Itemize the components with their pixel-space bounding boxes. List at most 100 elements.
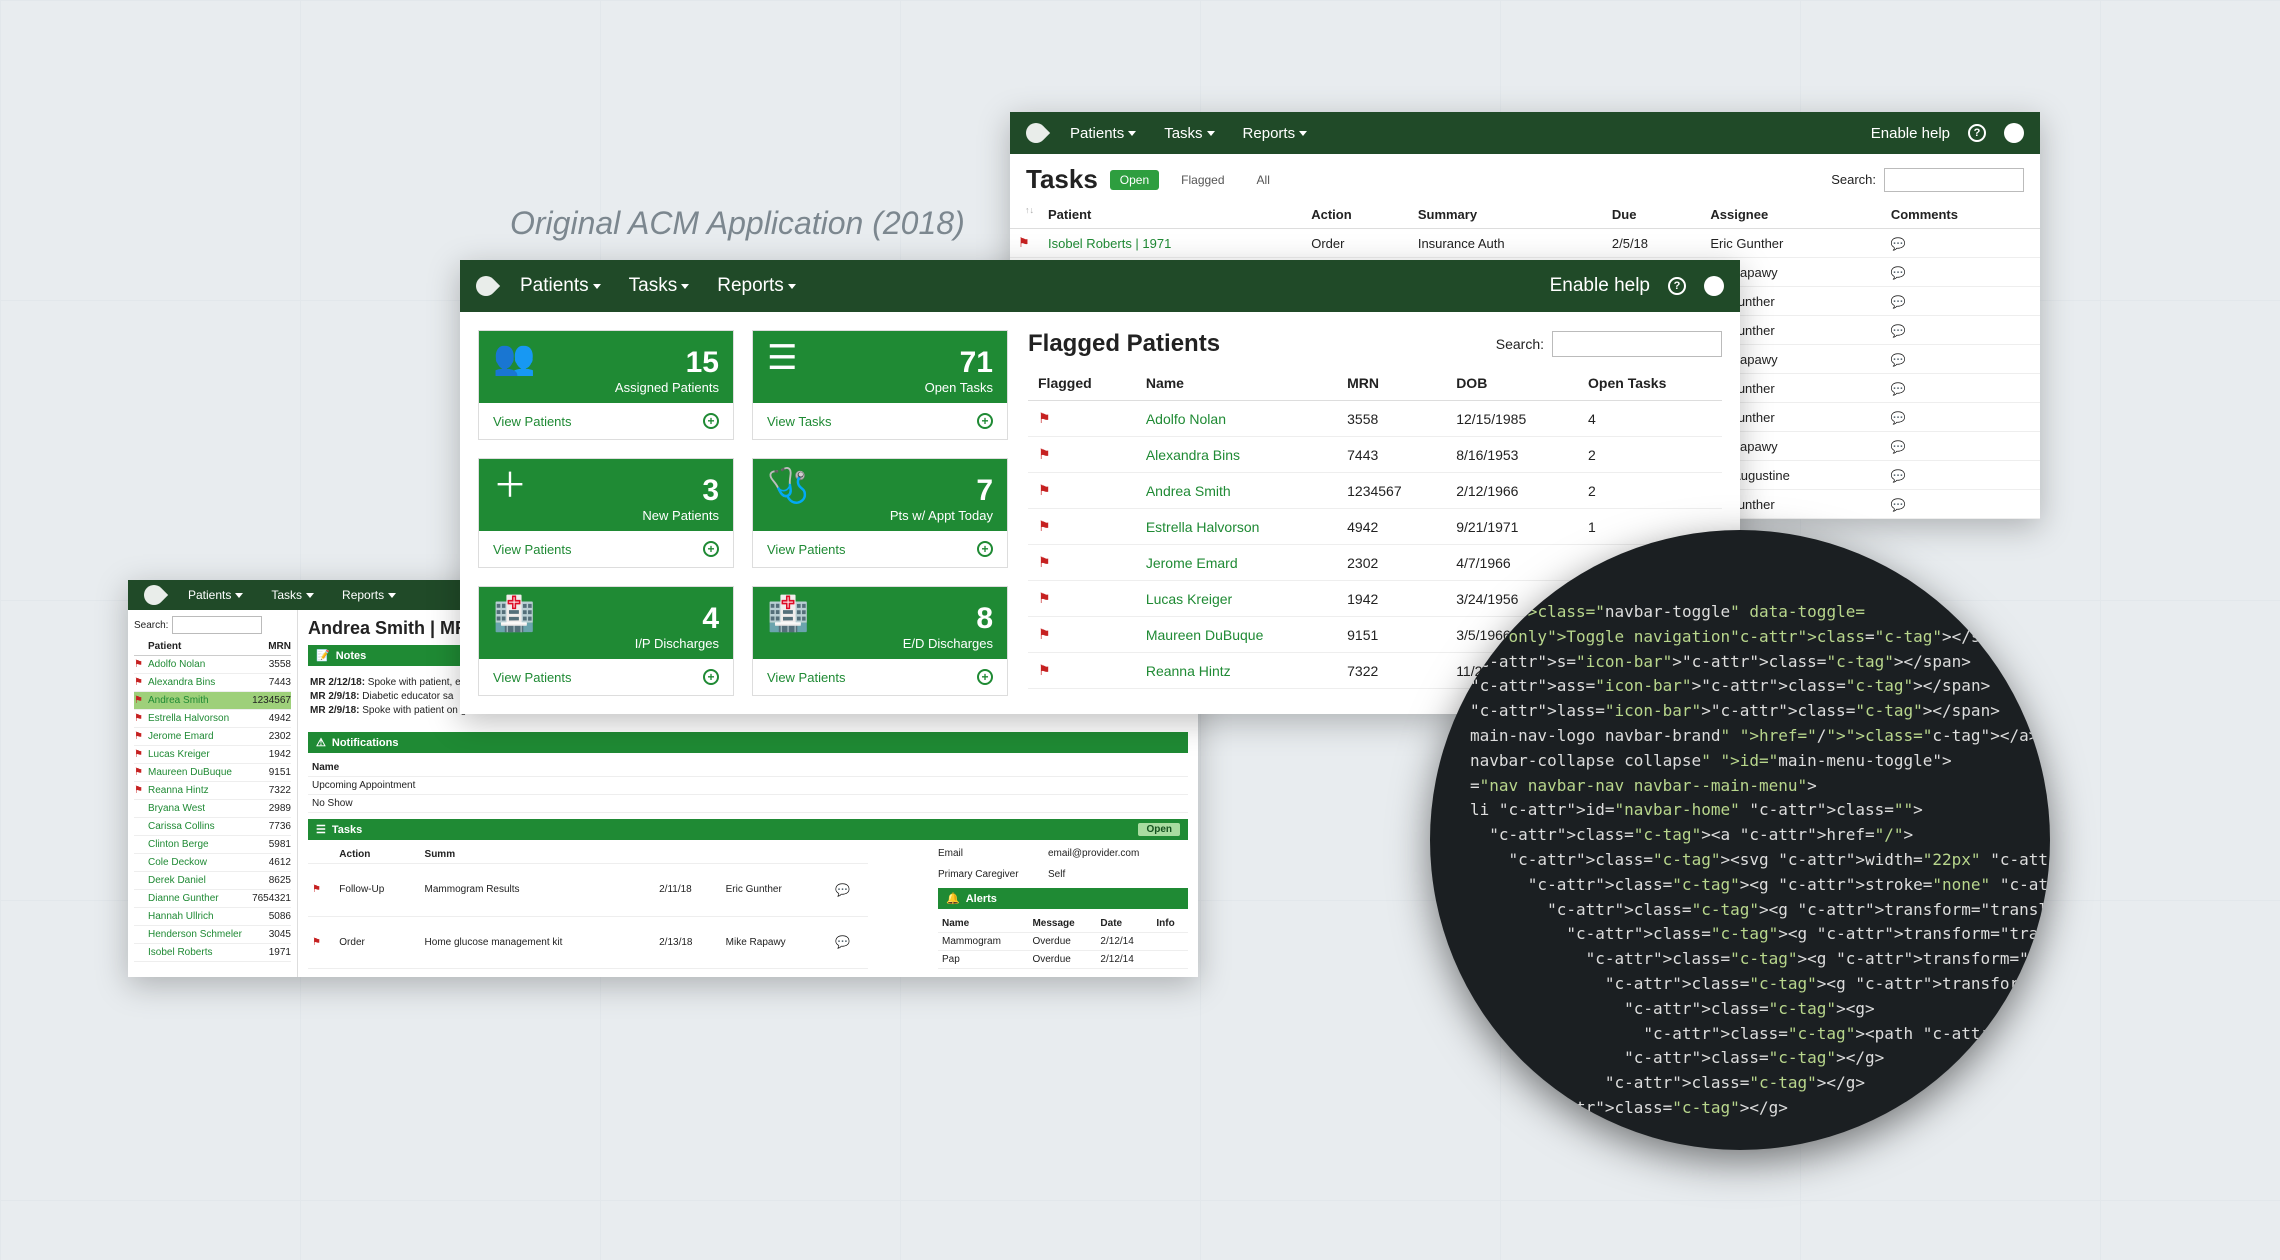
help-icon[interactable]: ? bbox=[1668, 277, 1686, 295]
patient-row[interactable]: Dianne Gunther7654321 bbox=[134, 890, 291, 908]
nav-reports[interactable]: Reports bbox=[717, 275, 796, 297]
comment-icon[interactable] bbox=[1891, 497, 1906, 512]
view-tasks-link[interactable]: View Tasks bbox=[767, 414, 832, 429]
comment-icon[interactable] bbox=[1891, 323, 1906, 338]
patient-link[interactable]: Reanna Hintz bbox=[1136, 653, 1337, 689]
view-patients-link[interactable]: View Patients bbox=[493, 414, 572, 429]
doctor-icon: 🩺 bbox=[767, 469, 809, 503]
plus-icon[interactable]: + bbox=[977, 413, 993, 429]
plus-icon[interactable]: + bbox=[977, 541, 993, 557]
patient-row[interactable]: Adolfo Nolan3558 bbox=[134, 656, 291, 674]
plus-icon[interactable]: + bbox=[703, 541, 719, 557]
search-input[interactable] bbox=[1552, 331, 1722, 357]
task-row[interactable]: Follow-UpMammogram Results2/11/18Eric Gu… bbox=[308, 864, 868, 917]
patient-link[interactable]: Alexandra Bins bbox=[1136, 437, 1337, 473]
patient-row[interactable]: Derek Daniel8625 bbox=[134, 872, 291, 890]
patient-row[interactable]: Carissa Collins7736 bbox=[134, 818, 291, 836]
col-mrn[interactable]: MRN bbox=[1337, 366, 1446, 401]
view-patients-link[interactable]: View Patients bbox=[767, 670, 846, 685]
view-patients-link[interactable]: View Patients bbox=[493, 670, 572, 685]
comment-icon[interactable] bbox=[835, 938, 850, 949]
plus-icon[interactable]: + bbox=[703, 669, 719, 685]
col-name[interactable]: Name bbox=[1136, 366, 1337, 401]
comment-icon[interactable] bbox=[1891, 381, 1906, 396]
comment-icon[interactable] bbox=[1891, 265, 1906, 280]
col-summary[interactable]: Summary bbox=[1410, 201, 1604, 229]
nav-patients[interactable]: Patients bbox=[1070, 125, 1136, 142]
nav-tasks[interactable]: Tasks bbox=[629, 275, 690, 297]
patient-row[interactable]: Isobel Roberts1971 bbox=[134, 944, 291, 962]
patient-link[interactable]: Jerome Emard bbox=[1136, 545, 1337, 581]
view-patients-link[interactable]: View Patients bbox=[493, 542, 572, 557]
col-patient[interactable]: Patient bbox=[148, 641, 247, 652]
task-row[interactable]: Isobel Roberts | 1971OrderInsurance Auth… bbox=[1010, 229, 2040, 258]
col-patient[interactable]: Patient bbox=[1040, 201, 1303, 229]
patient-row[interactable]: Lucas Kreiger1942 bbox=[134, 746, 291, 764]
col-dob[interactable]: DOB bbox=[1446, 366, 1578, 401]
help-icon[interactable]: ? bbox=[1968, 124, 1986, 142]
filter-all[interactable]: All bbox=[1247, 170, 1280, 190]
enable-help-link[interactable]: Enable help bbox=[1871, 125, 1950, 142]
caret-down-icon bbox=[788, 284, 796, 289]
patient-link[interactable]: Andrea Smith bbox=[1136, 473, 1337, 509]
flag-icon bbox=[1038, 554, 1051, 570]
patient-row[interactable]: Bryana West2989 bbox=[134, 800, 291, 818]
patient-row[interactable]: Jerome Emard2302 bbox=[134, 728, 291, 746]
search-input[interactable] bbox=[172, 616, 262, 634]
patient-row[interactable]: Clinton Berge5981 bbox=[134, 836, 291, 854]
user-icon[interactable] bbox=[1704, 276, 1724, 296]
patient-row[interactable]: Estrella Halvorson4942 bbox=[134, 710, 291, 728]
patient-link[interactable]: Estrella Halvorson bbox=[1136, 509, 1337, 545]
comment-icon[interactable] bbox=[1891, 410, 1906, 425]
patient-row[interactable]: Reanna Hintz7322 bbox=[134, 782, 291, 800]
nav-tasks[interactable]: Tasks bbox=[1164, 125, 1214, 142]
col-due[interactable]: Due bbox=[1604, 201, 1703, 229]
comment-icon[interactable] bbox=[1891, 294, 1906, 309]
flagged-row[interactable]: Andrea Smith12345672/12/19662 bbox=[1028, 473, 1722, 509]
comment-icon[interactable] bbox=[1891, 439, 1906, 454]
search-input[interactable] bbox=[1884, 168, 2024, 192]
tasks-open-pill[interactable]: Open bbox=[1138, 823, 1180, 836]
flag-icon bbox=[1038, 482, 1051, 498]
comment-icon[interactable] bbox=[1891, 352, 1906, 367]
patient-row[interactable]: Henderson Schmeler3045 bbox=[134, 926, 291, 944]
view-patients-link[interactable]: View Patients bbox=[767, 542, 846, 557]
notification-row: No Show bbox=[308, 795, 1188, 813]
enable-help-link[interactable]: Enable help bbox=[1550, 275, 1650, 297]
comment-icon[interactable] bbox=[1891, 236, 1906, 251]
plus-icon[interactable]: + bbox=[703, 413, 719, 429]
nav-tasks[interactable]: Tasks bbox=[271, 588, 314, 602]
flagged-row[interactable]: Adolfo Nolan355812/15/19854 bbox=[1028, 401, 1722, 437]
patient-link[interactable]: Adolfo Nolan bbox=[1136, 401, 1337, 437]
comment-icon[interactable] bbox=[835, 886, 850, 897]
comment-icon[interactable] bbox=[1891, 468, 1906, 483]
patient-row[interactable]: Maureen DuBuque9151 bbox=[134, 764, 291, 782]
col-flagged[interactable]: Flagged bbox=[1028, 366, 1136, 401]
patient-link[interactable]: Lucas Kreiger bbox=[1136, 581, 1337, 617]
patient-row[interactable]: Cole Deckow4612 bbox=[134, 854, 291, 872]
nav-reports[interactable]: Reports bbox=[342, 588, 396, 602]
patient-link[interactable]: Isobel Roberts | 1971 bbox=[1040, 229, 1303, 258]
nav-patients[interactable]: Patients bbox=[188, 588, 243, 602]
col-action[interactable]: Action bbox=[1303, 201, 1410, 229]
filter-open[interactable]: Open bbox=[1110, 170, 1159, 190]
col-mrn[interactable]: MRN bbox=[247, 641, 291, 652]
nav-patients[interactable]: Patients bbox=[520, 275, 601, 297]
alert-row: MammogramOverdue2/12/14 bbox=[938, 933, 1188, 951]
filter-flagged[interactable]: Flagged bbox=[1171, 170, 1234, 190]
nav-reports[interactable]: Reports bbox=[1243, 125, 1308, 142]
col-assignee[interactable]: Assignee bbox=[1702, 201, 1882, 229]
patient-row[interactable]: Hannah Ullrich5086 bbox=[134, 908, 291, 926]
card-new-patients: ＋3New Patients View Patients+ bbox=[478, 458, 734, 568]
flagged-row[interactable]: Estrella Halvorson49429/21/19711 bbox=[1028, 509, 1722, 545]
patient-row[interactable]: Andrea Smith1234567 bbox=[134, 692, 291, 710]
plus-icon[interactable]: + bbox=[977, 669, 993, 685]
col-open-tasks[interactable]: Open Tasks bbox=[1578, 366, 1722, 401]
task-row[interactable]: OrderHome glucose management kit2/13/18M… bbox=[308, 916, 868, 969]
flag-icon bbox=[134, 731, 143, 742]
col-comments[interactable]: Comments bbox=[1883, 201, 2040, 229]
patient-link[interactable]: Maureen DuBuque bbox=[1136, 617, 1337, 653]
flagged-row[interactable]: Alexandra Bins74438/16/19532 bbox=[1028, 437, 1722, 473]
user-icon[interactable] bbox=[2004, 123, 2024, 143]
patient-row[interactable]: Alexandra Bins7443 bbox=[134, 674, 291, 692]
